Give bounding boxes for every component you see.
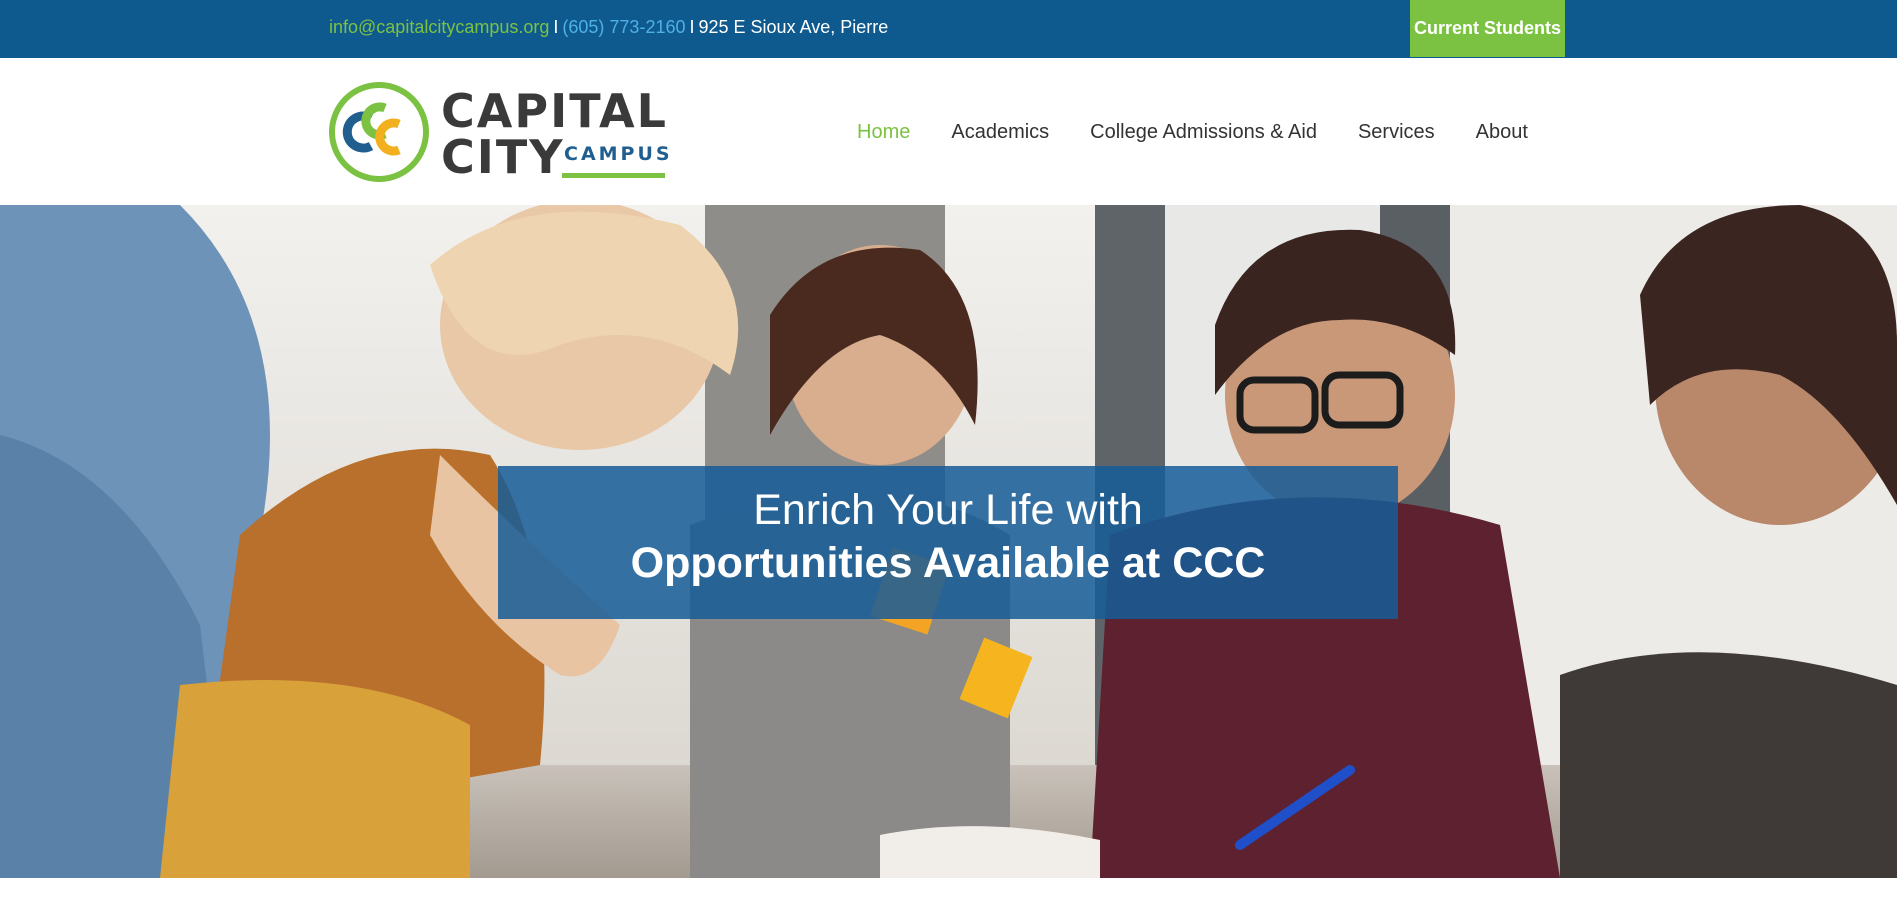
site-logo[interactable]: CAPITAL CITY CAMPUS [327, 80, 672, 186]
page-bottom-strip [0, 878, 1897, 914]
nav-item-about[interactable]: About [1476, 121, 1528, 144]
hero-section: Enrich Your Life with Opportunities Avai… [0, 205, 1897, 878]
separator: I [553, 17, 559, 37]
contact-info: info@capitalcitycampus.org I (605) 773-216… [329, 17, 888, 38]
address-text: 925 E Sioux Ave, Pierre [698, 17, 889, 37]
nav-item-home[interactable]: Home [857, 121, 910, 144]
nav-item-services[interactable]: Services [1358, 121, 1435, 144]
phone-link[interactable]: (605) 773-2160 [562, 17, 685, 37]
hero-banner: Enrich Your Life with Opportunities Avai… [498, 466, 1398, 619]
current-students-button[interactable]: Current Students [1410, 0, 1565, 57]
site-header: CAPITAL CITY CAMPUS Home Academics Colle… [0, 58, 1897, 205]
nav-item-admissions-aid[interactable]: College Admissions & Aid [1090, 121, 1317, 144]
email-link[interactable]: info@capitalcitycampus.org [329, 17, 549, 37]
main-nav: Home Academics College Admissions & Aid … [857, 121, 1528, 144]
logo-text-campus: CAMPUS [564, 143, 673, 165]
logo-underline [562, 173, 665, 178]
separator: I [689, 17, 695, 37]
nav-item-academics[interactable]: Academics [951, 121, 1049, 144]
hero-heading-line2: Opportunities Available at CCC [630, 539, 1266, 587]
logo-text-city: CITY [441, 130, 565, 184]
hero-heading-line1: Enrich Your Life with [753, 486, 1143, 534]
logo-icon [329, 82, 429, 182]
top-bar: info@capitalcitycampus.org I (605) 773-216… [0, 0, 1897, 58]
